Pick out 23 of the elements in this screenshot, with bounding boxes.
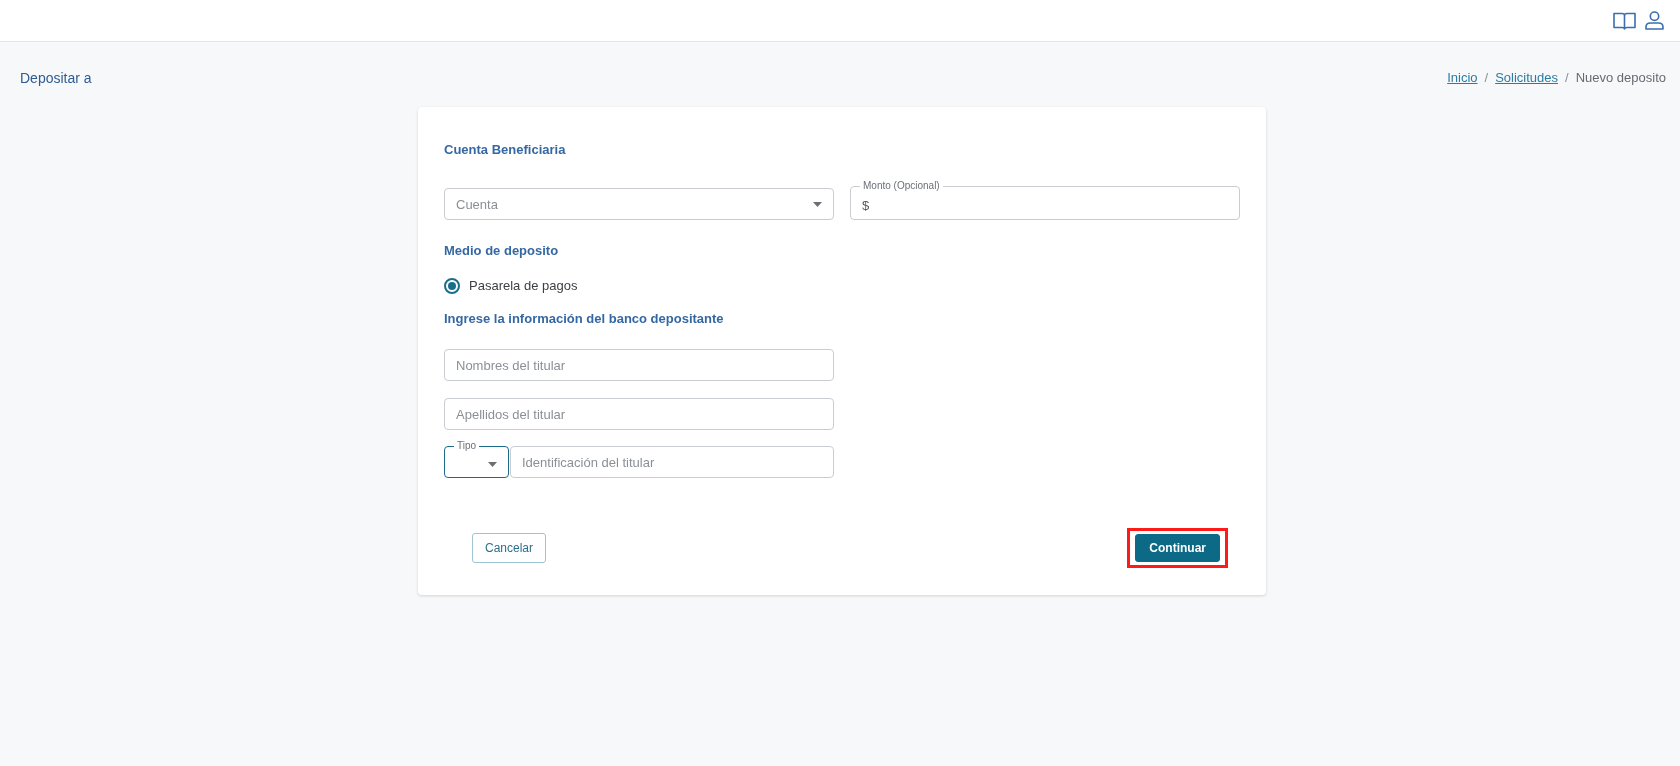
breadcrumb-link[interactable]: Solicitudes [1495, 69, 1559, 87]
section-heading: Cuenta Beneficiaria [444, 142, 567, 158]
holder-id-field[interactable]: Identificación del titular [510, 446, 834, 478]
section-heading: Ingrese la información del banco depositante [444, 311, 725, 327]
caret-icon [813, 201, 822, 207]
holder-names-field[interactable]: Nombres del titular [444, 349, 834, 381]
caret-icon [488, 462, 497, 467]
radio-icon[interactable] [444, 278, 460, 294]
book-icon[interactable] [1613, 11, 1636, 30]
breadcrumb-link[interactable]: Inicio [1447, 69, 1478, 87]
breadcrumb-current: Nuevo deposito [1575, 69, 1666, 87]
continue-button[interactable]: Continuar [1135, 534, 1220, 562]
breadcrumb-separator: / [1565, 69, 1569, 87]
holder-surnames-field[interactable]: Apellidos del titular [444, 398, 834, 430]
amount-field[interactable]: Monto (Opcional) $ [850, 180, 1240, 220]
user-icon[interactable] [1645, 11, 1664, 30]
page-title: Depositar a [20, 69, 92, 88]
cancel-button[interactable]: Cancelar [472, 533, 547, 563]
section-heading: Medio de deposito [444, 243, 560, 259]
account-select[interactable]: Cuenta [444, 188, 834, 220]
radio-label: Pasarela de pagos [469, 278, 578, 294]
breadcrumb-separator: / [1484, 69, 1489, 87]
type-select[interactable]: Tipo [444, 440, 509, 478]
